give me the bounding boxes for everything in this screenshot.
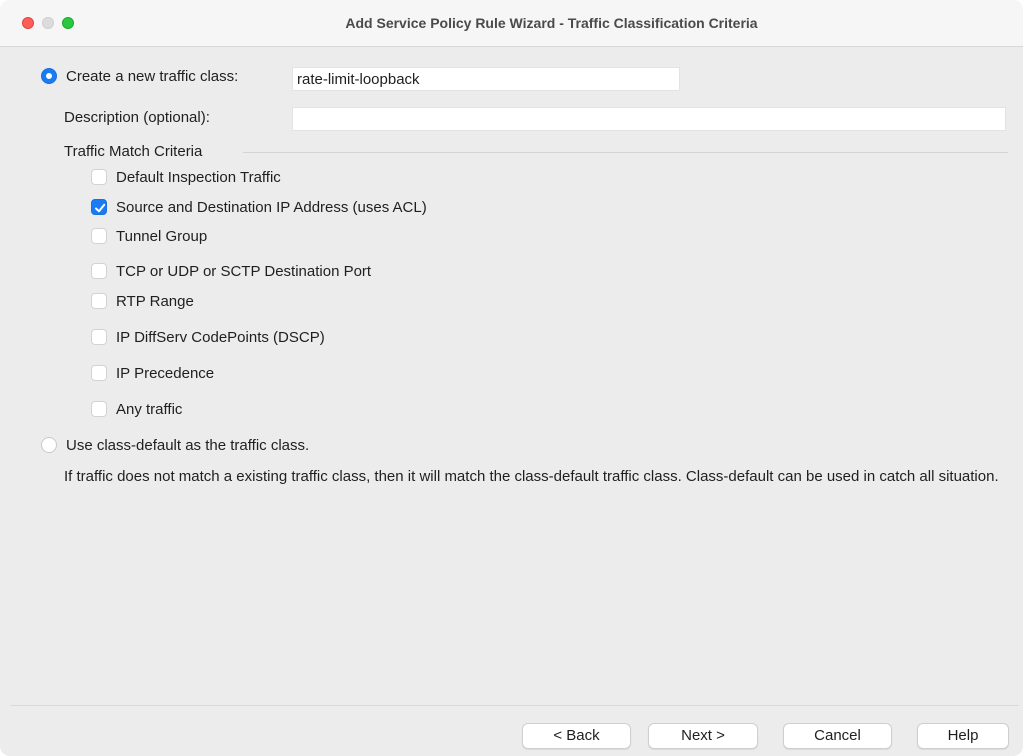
tunnel-group-label: Tunnel Group — [116, 228, 208, 245]
checkmark-icon — [95, 203, 106, 213]
tcp-udp-sctp-port-label: TCP or UDP or SCTP Destination Port — [116, 263, 372, 280]
source-destination-ip-label: Source and Destination IP Address (uses … — [116, 199, 427, 216]
traffic-class-name-input[interactable] — [292, 67, 680, 91]
create-new-class-label: Create a new traffic class: — [66, 68, 239, 85]
help-button[interactable]: Help — [917, 723, 1009, 749]
description-label: Description (optional): — [64, 109, 210, 126]
rtp-range-checkbox[interactable] — [91, 293, 107, 309]
tunnel-group-checkbox[interactable] — [91, 228, 107, 244]
ip-precedence-label: IP Precedence — [116, 365, 215, 382]
class-default-radio[interactable] — [41, 437, 57, 453]
cancel-button[interactable]: Cancel — [783, 723, 892, 749]
create-new-class-radio[interactable] — [41, 68, 57, 84]
wizard-window: Add Service Policy Rule Wizard - Traffic… — [0, 0, 1023, 756]
dscp-label: IP DiffServ CodePoints (DSCP) — [116, 329, 325, 346]
ip-precedence-checkbox[interactable] — [91, 365, 107, 381]
any-traffic-label: Any traffic — [116, 401, 183, 418]
default-inspection-traffic-checkbox[interactable] — [91, 169, 107, 185]
group-divider — [243, 152, 1008, 153]
class-default-label: Use class-default as the traffic class. — [66, 437, 310, 454]
tcp-udp-sctp-port-checkbox[interactable] — [91, 263, 107, 279]
rtp-range-label: RTP Range — [116, 293, 194, 310]
default-inspection-traffic-label: Default Inspection Traffic — [116, 169, 281, 186]
footer-divider — [10, 705, 1019, 706]
class-default-note: If traffic does not match a existing tra… — [64, 468, 999, 485]
next-button[interactable]: Next > — [648, 723, 758, 749]
title-bar: Add Service Policy Rule Wizard - Traffic… — [0, 0, 1023, 47]
window-title: Add Service Policy Rule Wizard - Traffic… — [345, 15, 758, 31]
any-traffic-checkbox[interactable] — [91, 401, 107, 417]
traffic-match-criteria-heading: Traffic Match Criteria — [64, 143, 203, 160]
source-destination-ip-checkbox[interactable] — [91, 199, 107, 215]
dscp-checkbox[interactable] — [91, 329, 107, 345]
back-button[interactable]: < Back — [522, 723, 631, 749]
description-input[interactable] — [292, 107, 1006, 131]
